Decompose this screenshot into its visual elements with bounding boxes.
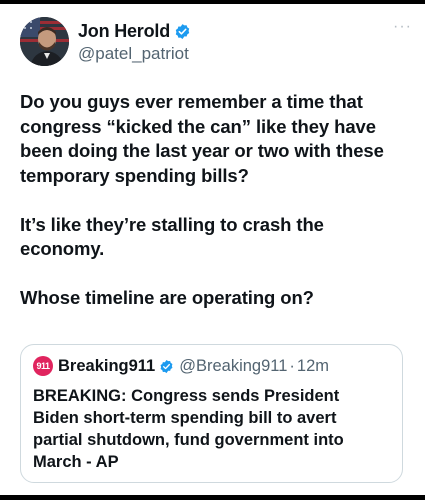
author-handle[interactable]: @patel_patriot: [78, 44, 189, 64]
quoted-timestamp: 12m: [296, 356, 330, 375]
tweet-body: Do you guys ever remember a time that co…: [20, 91, 384, 308]
bottom-frame-bar: [0, 495, 425, 500]
quoted-tweet-header: 911 Breaking911 @Breaking911 · 12m: [33, 356, 329, 376]
more-options-icon[interactable]: ···: [393, 18, 412, 36]
verified-badge-icon: [159, 359, 174, 374]
quoted-tweet-body: BREAKING: Congress sends President Biden…: [33, 387, 349, 471]
author-avatar[interactable]: [20, 17, 69, 66]
quoted-author-name: Breaking911: [58, 356, 156, 375]
quoted-author-avatar: 911: [33, 356, 53, 376]
verified-badge-icon: [174, 23, 191, 40]
dot-separator: ·: [289, 356, 295, 375]
quoted-tweet-card[interactable]: 911 Breaking911 @Breaking911 · 12m BREAK…: [20, 344, 403, 483]
tweet-header: Jon Herold @patel_patriot ···: [20, 14, 412, 70]
top-frame-bar: [0, 0, 425, 4]
author-name-row: Jon Herold: [78, 21, 191, 42]
quoted-author-handle: @Breaking911: [179, 356, 288, 375]
author-name[interactable]: Jon Herold: [78, 21, 170, 42]
